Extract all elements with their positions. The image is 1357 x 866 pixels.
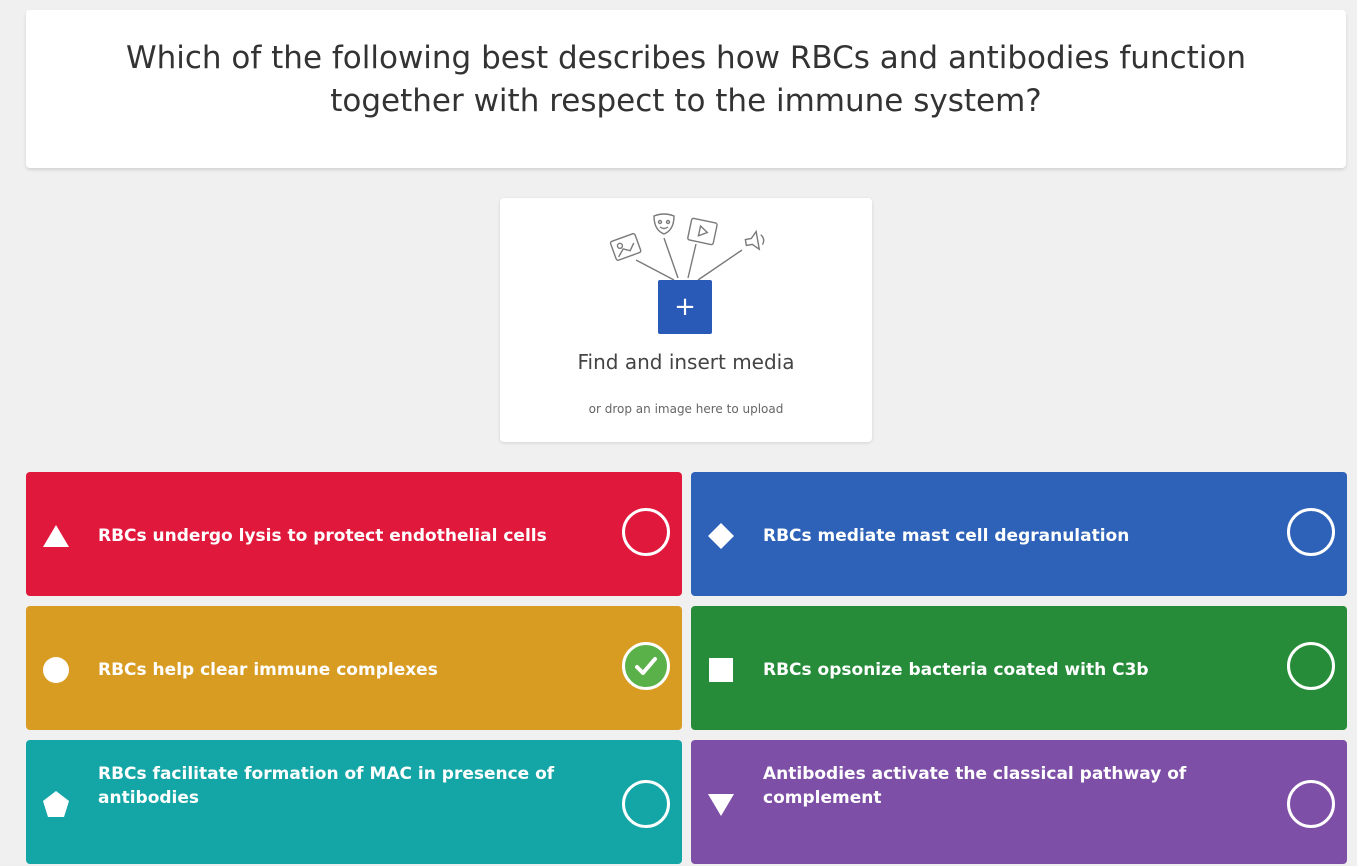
answer-text: RBCs opsonize bacteria coated with C3b xyxy=(763,660,1149,680)
answer-radio[interactable] xyxy=(622,508,670,556)
down-triangle-icon xyxy=(708,794,734,816)
answer-radio[interactable] xyxy=(622,780,670,828)
circle-icon xyxy=(43,657,69,683)
answer-radio-checked[interactable] xyxy=(622,642,670,690)
answer-text: RBCs help clear immune complexes xyxy=(98,660,438,680)
question-card: Which of the following best describes ho… xyxy=(26,10,1346,168)
answer-option-2[interactable]: RBCs mediate mast cell degranulation xyxy=(691,472,1347,596)
answer-option-4[interactable]: RBCs opsonize bacteria coated with C3b xyxy=(691,606,1347,730)
answer-option-3[interactable]: RBCs help clear immune complexes xyxy=(26,606,682,730)
diamond-icon xyxy=(708,523,734,549)
media-illustration xyxy=(609,213,765,281)
triangle-icon xyxy=(43,525,69,547)
media-title: Find and insert media xyxy=(577,350,795,374)
media-subtitle: or drop an image here to upload xyxy=(588,402,784,416)
answer-radio[interactable] xyxy=(1287,642,1335,690)
answer-text: Antibodies activate the classical pathwa… xyxy=(763,764,1187,808)
answer-text: RBCs undergo lysis to protect endothelia… xyxy=(98,526,547,546)
answer-radio[interactable] xyxy=(1287,508,1335,556)
check-icon xyxy=(635,657,657,675)
answer-radio[interactable] xyxy=(1287,780,1335,828)
media-upload-card[interactable]: + Find and insert media or drop an image… xyxy=(500,198,872,442)
mask-icon xyxy=(653,213,675,235)
answer-option-6[interactable]: Antibodies activate the classical pathwa… xyxy=(691,740,1347,864)
answer-option-5[interactable]: RBCs facilitate formation of MAC in pres… xyxy=(26,740,682,864)
answer-text: RBCs mediate mast cell degranulation xyxy=(763,526,1130,546)
pentagon-icon xyxy=(43,791,69,817)
answer-text: RBCs facilitate formation of MAC in pres… xyxy=(98,764,555,808)
add-media-button[interactable]: + xyxy=(658,280,712,334)
answer-option-1[interactable]: RBCs undergo lysis to protect endothelia… xyxy=(26,472,682,596)
square-icon xyxy=(709,658,733,682)
video-icon xyxy=(687,217,718,246)
image-icon xyxy=(609,232,642,261)
audio-icon xyxy=(744,229,765,251)
question-text[interactable]: Which of the following best describes ho… xyxy=(111,37,1261,123)
